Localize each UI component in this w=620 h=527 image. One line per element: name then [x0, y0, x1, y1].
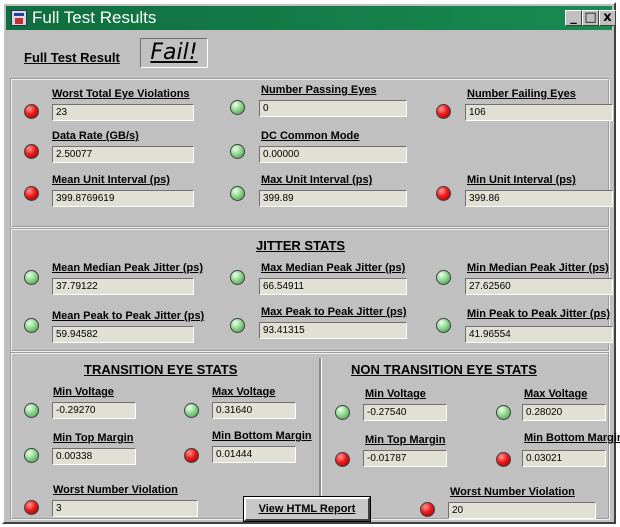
transition-min-voltage-field[interactable]: -0.29270: [52, 402, 136, 419]
number-failing-eyes-status-icon: [436, 104, 451, 119]
max-unit-interval-status-icon: [230, 186, 245, 201]
non-transition-worst-number-violation-label: Worst Number Violation: [450, 486, 575, 498]
non-transition-min-bottom-margin-status-icon: [496, 452, 511, 467]
number-failing-eyes-label: Number Failing Eyes: [467, 88, 576, 100]
worst-total-eye-violations-status-icon: [24, 104, 39, 119]
max-peak-to-peak-jitter-field[interactable]: 93.41315: [259, 322, 407, 339]
transition-worst-number-violation-status-icon: [24, 500, 39, 515]
max-median-peak-jitter-status-icon: [230, 270, 245, 285]
title-bar[interactable]: Full Test Results _ □ x: [6, 6, 616, 30]
non-transition-max-voltage-label: Max Voltage: [524, 388, 588, 400]
transition-worst-number-violation-field[interactable]: 3: [52, 500, 198, 517]
maximize-button[interactable]: □: [582, 10, 599, 26]
non-transition-min-voltage-status-icon: [335, 405, 350, 420]
jitter-stats-title: JITTER STATS: [256, 238, 346, 253]
mean-unit-interval-label: Mean Unit Interval (ps): [52, 174, 170, 186]
transition-min-voltage-status-icon: [24, 403, 39, 418]
non-transition-min-top-margin-field[interactable]: -0.01787: [363, 450, 447, 467]
data-rate-label: Data Rate (GB/s): [52, 130, 139, 142]
transition-min-voltage-label: Min Voltage: [53, 386, 114, 398]
min-unit-interval-status-icon: [436, 186, 451, 201]
data-rate-field[interactable]: 2.50077: [52, 146, 194, 163]
non-transition-min-bottom-margin-label: Min Bottom Margin: [524, 432, 620, 444]
non-transition-worst-number-violation-status-icon: [420, 502, 435, 517]
min-unit-interval-field[interactable]: 399.86: [465, 190, 613, 207]
full-test-result-value: Fail!: [140, 38, 208, 68]
transition-min-bottom-margin-status-icon: [184, 448, 199, 463]
max-unit-interval-field[interactable]: 399.89: [259, 190, 407, 207]
mean-median-peak-jitter-label: Mean Median Peak Jitter (ps): [52, 262, 203, 274]
max-median-peak-jitter-label: Max Median Peak Jitter (ps): [261, 262, 406, 274]
non-transition-max-voltage-field[interactable]: 0.28020: [522, 404, 606, 421]
transition-min-top-margin-status-icon: [24, 448, 39, 463]
non-transition-eye-stats-title: NON TRANSITION EYE STATS: [351, 362, 537, 377]
mean-unit-interval-status-icon: [24, 186, 39, 201]
non-transition-min-bottom-margin-field[interactable]: 0.03021: [522, 450, 606, 467]
window-title: Full Test Results: [32, 8, 157, 27]
min-peak-to-peak-jitter-field[interactable]: 41.96554: [465, 326, 613, 343]
mean-median-peak-jitter-status-icon: [24, 270, 39, 285]
close-button[interactable]: x: [599, 10, 616, 26]
number-passing-eyes-field[interactable]: 0: [259, 100, 407, 117]
min-peak-to-peak-jitter-status-icon: [436, 318, 451, 333]
max-peak-to-peak-jitter-label: Max Peak to Peak Jitter (ps): [261, 306, 407, 318]
min-median-peak-jitter-field[interactable]: 27.62560: [465, 278, 613, 295]
dc-common-mode-label: DC Common Mode: [261, 130, 360, 142]
max-unit-interval-label: Max Unit Interval (ps): [261, 174, 373, 186]
app-icon: [11, 10, 27, 26]
non-transition-worst-number-violation-field[interactable]: 20: [448, 502, 596, 519]
min-unit-interval-label: Min Unit Interval (ps): [467, 174, 576, 186]
worst-total-eye-violations-label: Worst Total Eye Violations: [52, 88, 190, 100]
transition-min-top-margin-label: Min Top Margin: [53, 432, 134, 444]
mean-peak-to-peak-jitter-field[interactable]: 59.94582: [52, 326, 194, 343]
non-transition-min-voltage-label: Min Voltage: [365, 388, 426, 400]
dc-common-mode-status-icon: [230, 144, 245, 159]
mean-unit-interval-field[interactable]: 399.8769619: [52, 190, 194, 207]
non-transition-min-top-margin-status-icon: [335, 452, 350, 467]
min-peak-to-peak-jitter-label: Min Peak to Peak Jitter (ps): [467, 308, 611, 320]
mean-peak-to-peak-jitter-label: Mean Peak to Peak Jitter (ps): [52, 310, 205, 322]
non-transition-min-voltage-field[interactable]: -0.27540: [363, 404, 447, 421]
minimize-button[interactable]: _: [565, 10, 582, 26]
transition-max-voltage-status-icon: [184, 403, 199, 418]
view-html-report-button[interactable]: View HTML Report: [244, 497, 370, 521]
worst-total-eye-violations-field[interactable]: 23: [52, 104, 194, 121]
number-passing-eyes-status-icon: [230, 100, 245, 115]
full-test-result-label: Full Test Result: [24, 50, 120, 65]
transition-max-voltage-field[interactable]: 0.31640: [212, 402, 296, 419]
min-median-peak-jitter-label: Min Median Peak Jitter (ps): [467, 262, 609, 274]
transition-max-voltage-label: Max Voltage: [212, 386, 276, 398]
min-median-peak-jitter-status-icon: [436, 270, 451, 285]
mean-peak-to-peak-jitter-status-icon: [24, 318, 39, 333]
dc-common-mode-field[interactable]: 0.00000: [259, 146, 407, 163]
non-transition-min-top-margin-label: Min Top Margin: [365, 434, 446, 446]
transition-eye-stats-title: TRANSITION EYE STATS: [84, 362, 238, 377]
transition-min-top-margin-field[interactable]: 0.00338: [52, 448, 136, 465]
number-failing-eyes-field[interactable]: 106: [465, 104, 613, 121]
transition-worst-number-violation-label: Worst Number Violation: [53, 484, 178, 496]
mean-median-peak-jitter-field[interactable]: 37.79122: [52, 278, 194, 295]
non-transition-max-voltage-status-icon: [496, 405, 511, 420]
max-median-peak-jitter-field[interactable]: 66.54911: [259, 278, 407, 295]
transition-min-bottom-margin-field[interactable]: 0.01444: [212, 446, 296, 463]
eye-stats-divider: [319, 358, 322, 500]
max-peak-to-peak-jitter-status-icon: [230, 318, 245, 333]
data-rate-status-icon: [24, 144, 39, 159]
transition-min-bottom-margin-label: Min Bottom Margin: [212, 430, 312, 442]
number-passing-eyes-label: Number Passing Eyes: [261, 84, 377, 96]
